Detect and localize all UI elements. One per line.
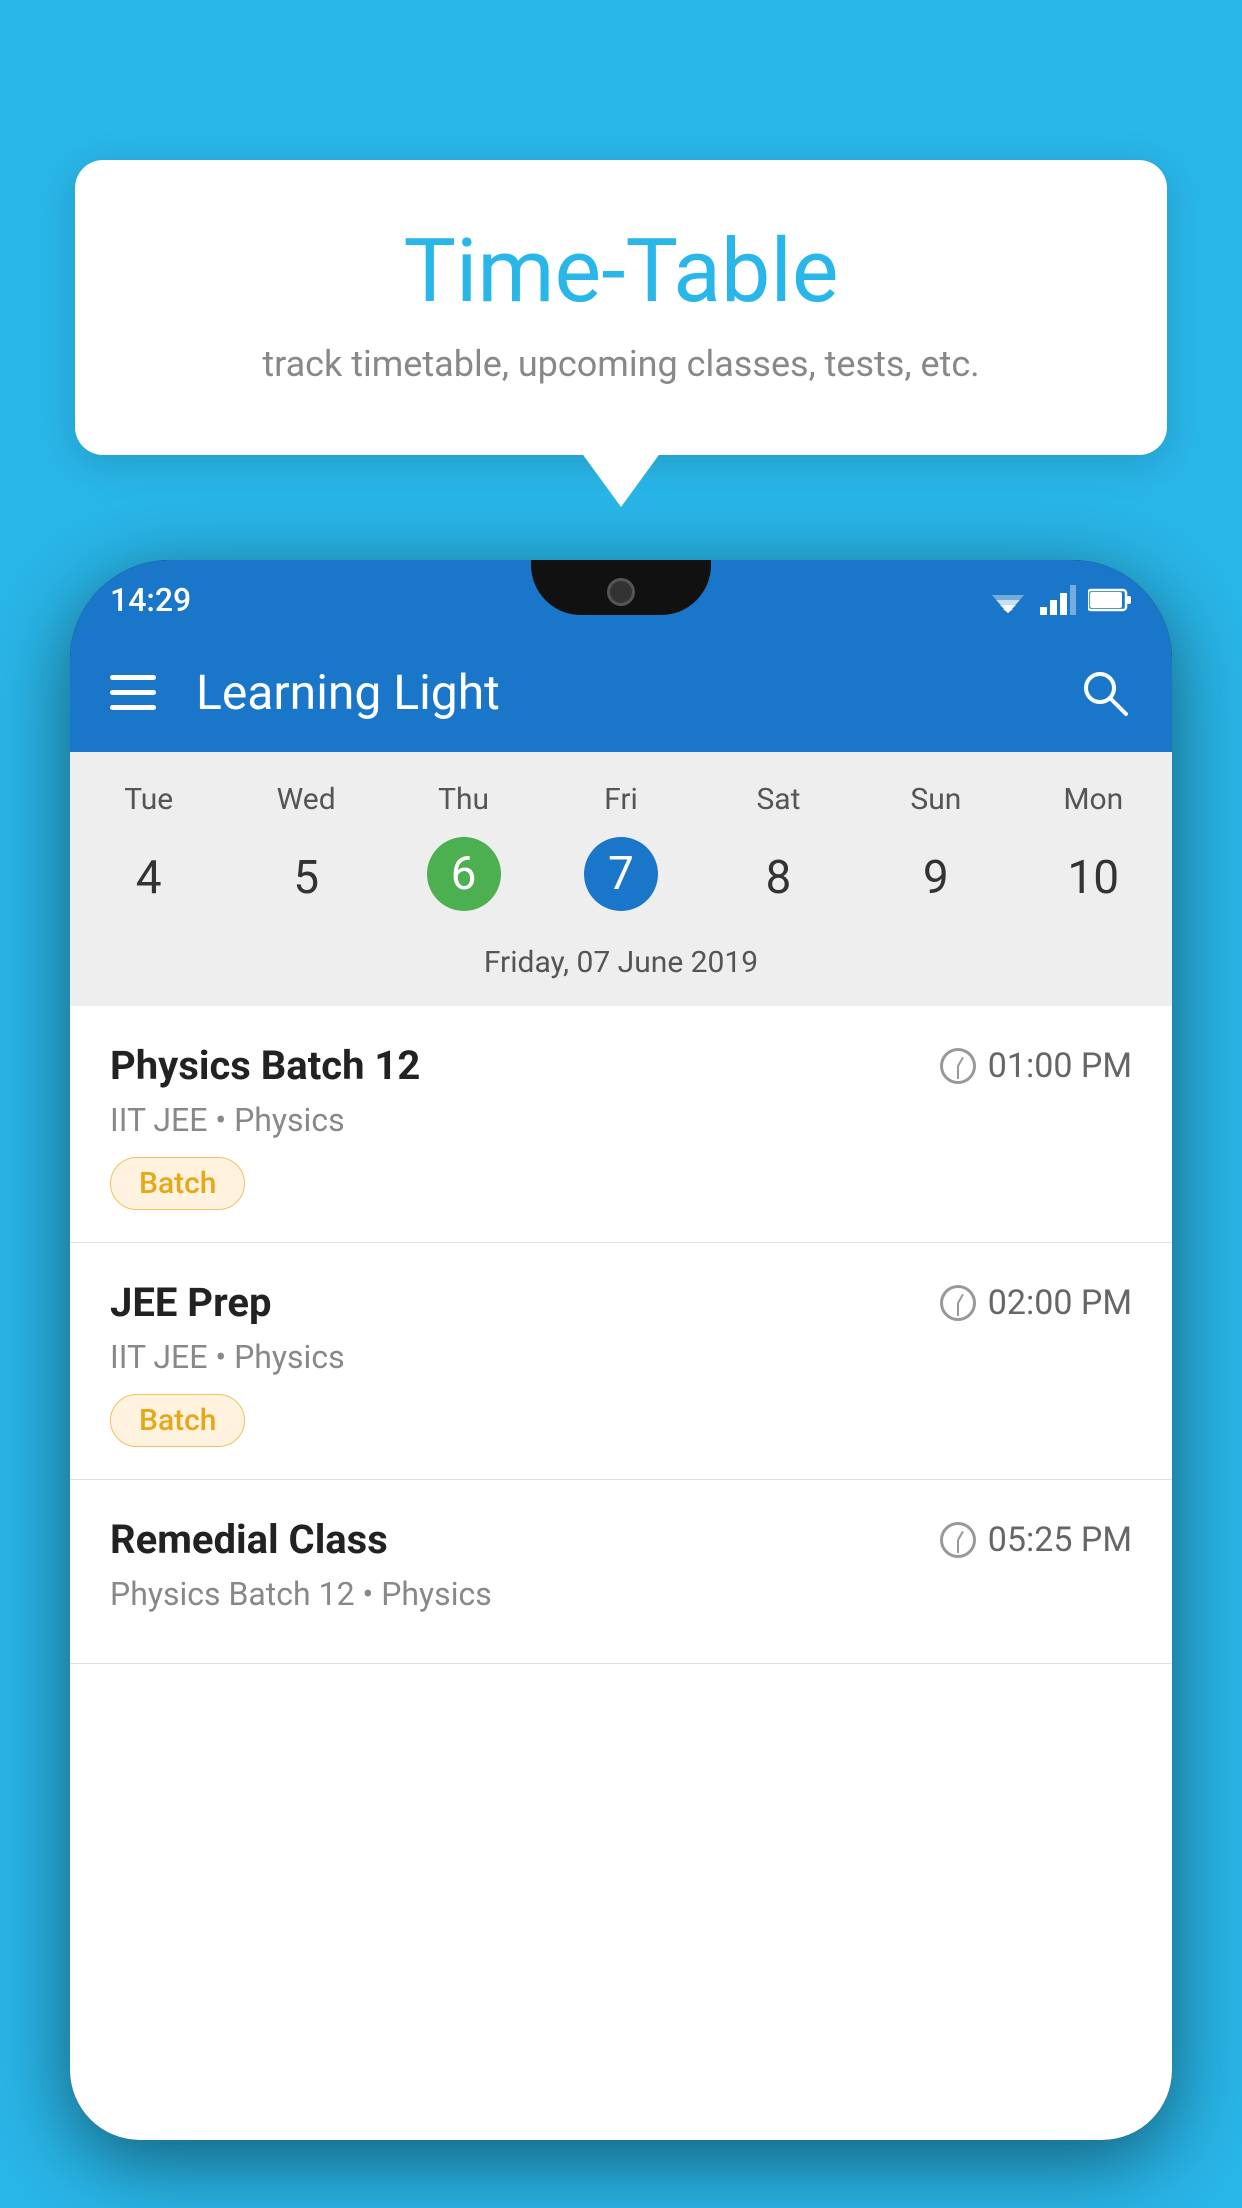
batch-tag-1: Batch (110, 1157, 245, 1210)
class-item-1[interactable]: Physics Batch 12 01:00 PM IIT JEE • Phys… (70, 1006, 1172, 1243)
date-6-today[interactable]: 6 (427, 837, 501, 911)
day-mon: Mon (1015, 772, 1172, 827)
class-info-2: IIT JEE • Physics (110, 1338, 1132, 1376)
day-sat: Sat (700, 772, 857, 827)
tooltip-title: Time-Table (155, 220, 1087, 323)
date-8[interactable]: 8 (700, 837, 857, 919)
day-thu: Thu (385, 772, 542, 827)
wifi-icon (988, 585, 1028, 615)
class-time-1: 01:00 PM (940, 1046, 1132, 1086)
class-item-header-3: Remedial Class 05:25 PM (110, 1516, 1132, 1563)
date-5[interactable]: 5 (227, 837, 384, 919)
selected-date-label: Friday, 07 June 2019 (70, 933, 1172, 998)
phone-notch (531, 560, 711, 615)
class-time-3: 05:25 PM (940, 1520, 1132, 1560)
status-icons (988, 585, 1132, 615)
class-time-label-1: 01:00 PM (988, 1046, 1132, 1086)
battery-icon (1088, 586, 1132, 614)
status-time: 14:29 (110, 581, 191, 619)
day-wed: Wed (227, 772, 384, 827)
clock-icon-1 (940, 1048, 976, 1084)
class-info-1: IIT JEE • Physics (110, 1101, 1132, 1139)
phone-screen: 14:29 (70, 560, 1172, 2140)
app-bar: Learning Light (70, 632, 1172, 752)
class-info-3: Physics Batch 12 • Physics (110, 1575, 1132, 1613)
date-7-selected[interactable]: 7 (584, 837, 658, 911)
class-time-2: 02:00 PM (940, 1283, 1132, 1323)
class-time-label-2: 02:00 PM (988, 1283, 1132, 1323)
batch-tag-2: Batch (110, 1394, 245, 1447)
date-4[interactable]: 4 (70, 837, 227, 919)
tooltip-subtitle: track timetable, upcoming classes, tests… (155, 343, 1087, 385)
class-list: Physics Batch 12 01:00 PM IIT JEE • Phys… (70, 1006, 1172, 2140)
class-name-3: Remedial Class (110, 1516, 388, 1563)
screen-content: Tue Wed Thu Fri Sat Sun Mon 4 5 6 7 8 (70, 752, 1172, 2140)
day-tue: Tue (70, 772, 227, 827)
date-10[interactable]: 10 (1015, 837, 1172, 919)
clock-icon-3 (940, 1522, 976, 1558)
search-icon[interactable] (1076, 664, 1132, 720)
clock-icon-2 (940, 1285, 976, 1321)
app-title: Learning Light (196, 664, 1036, 721)
class-item-header-1: Physics Batch 12 01:00 PM (110, 1042, 1132, 1089)
day-headers: Tue Wed Thu Fri Sat Sun Mon (70, 772, 1172, 827)
hamburger-icon[interactable] (110, 675, 156, 710)
day-fri: Fri (542, 772, 699, 827)
day-numbers: 4 5 6 7 8 9 10 (70, 837, 1172, 919)
class-time-label-3: 05:25 PM (988, 1520, 1132, 1560)
class-item-header-2: JEE Prep 02:00 PM (110, 1279, 1132, 1326)
signal-icon (1040, 585, 1076, 615)
class-item-2[interactable]: JEE Prep 02:00 PM IIT JEE • Physics Batc… (70, 1243, 1172, 1480)
phone-container: 14:29 (70, 560, 1172, 2208)
camera (607, 578, 635, 606)
phone-frame: 14:29 (70, 560, 1172, 2140)
date-9[interactable]: 9 (857, 837, 1014, 919)
class-name-2: JEE Prep (110, 1279, 271, 1326)
class-name-1: Physics Batch 12 (110, 1042, 420, 1089)
calendar-section: Tue Wed Thu Fri Sat Sun Mon 4 5 6 7 8 (70, 752, 1172, 1006)
tooltip-card: Time-Table track timetable, upcoming cla… (75, 160, 1167, 455)
class-item-3[interactable]: Remedial Class 05:25 PM Physics Batch 12… (70, 1480, 1172, 1664)
day-sun: Sun (857, 772, 1014, 827)
